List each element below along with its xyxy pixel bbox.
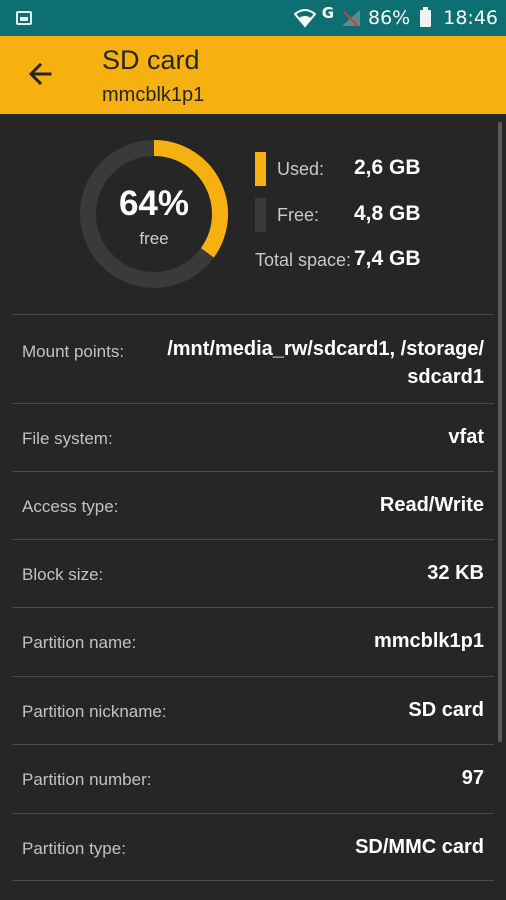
details-list: Mount points: /mnt/media_rw/sdcard1, /st… [12,314,494,881]
detail-value: vfat [448,426,484,448]
detail-row-access-type: Access type: Read/Write [12,471,494,539]
percent-free: 64% [118,184,190,223]
battery-percent: 86% [368,7,411,29]
mount-points-line-2: sdcard1 [407,366,484,388]
detail-label: Partition nickname: [22,702,167,721]
status-right: G 86% 18:46 [293,0,498,36]
detail-row-partition-type: Partition type: SD/MMC card [12,813,494,881]
used-value: 2,6 GB [354,156,421,179]
total-value: 7,4 GB [354,247,421,270]
total-label: Total space: [255,250,352,270]
arrow-left-icon[interactable] [24,58,56,90]
detail-label: File system: [22,429,113,448]
clock: 18:46 [443,7,498,29]
signal-icon [342,10,360,27]
detail-value: /mnt/media_rw/sdcard1, /storage/ sdcard1 [167,335,484,391]
detail-row-mount-points: Mount points: /mnt/media_rw/sdcard1, /st… [12,314,494,403]
free-label: Free: [277,205,320,225]
used-label: Used: [277,159,325,179]
battery-icon [420,6,432,27]
detail-row-block-size: Block size: 32 KB [12,539,494,607]
used-swatch [255,152,266,186]
detail-row-partition-nickname: Partition nickname: SD card [12,676,494,744]
page-title: SD card [102,45,200,75]
app-bar: SD card mmcblk1p1 [0,36,506,114]
detail-value: Read/Write [379,494,484,516]
detail-value: 32 KB [427,562,484,584]
storage-summary: 64% free Used: 2,6 GB Free: 4,8 GB Total… [0,114,506,314]
detail-label: Mount points: [22,342,125,361]
detail-row-partition-number: Partition number: 97 [12,744,494,813]
scrollbar[interactable] [498,122,502,742]
percent-free-label: free [139,229,169,248]
detail-value: SD card [408,699,484,721]
detail-label: Partition type: [22,839,126,858]
detail-label: Block size: [22,565,104,584]
detail-value: SD/MMC card [355,836,484,858]
detail-value: mmcblk1p1 [373,630,484,652]
image-icon [16,11,32,25]
wifi-icon [293,9,316,28]
network-type: G [321,4,334,22]
detail-label: Access type: [22,497,119,516]
detail-label: Partition name: [22,633,137,652]
page-subtitle: mmcblk1p1 [102,84,205,106]
free-swatch [255,198,266,232]
detail-label: Partition number: [22,770,152,789]
status-bar: G 86% 18:46 [0,0,506,36]
detail-value: 97 [461,767,484,789]
detail-row-file-system: File system: vfat [12,403,494,471]
detail-row-partition-name: Partition name: mmcblk1p1 [12,607,494,676]
mount-points-line-1: /mnt/media_rw/sdcard1, /storage/ [167,338,484,360]
free-value: 4,8 GB [354,202,421,225]
